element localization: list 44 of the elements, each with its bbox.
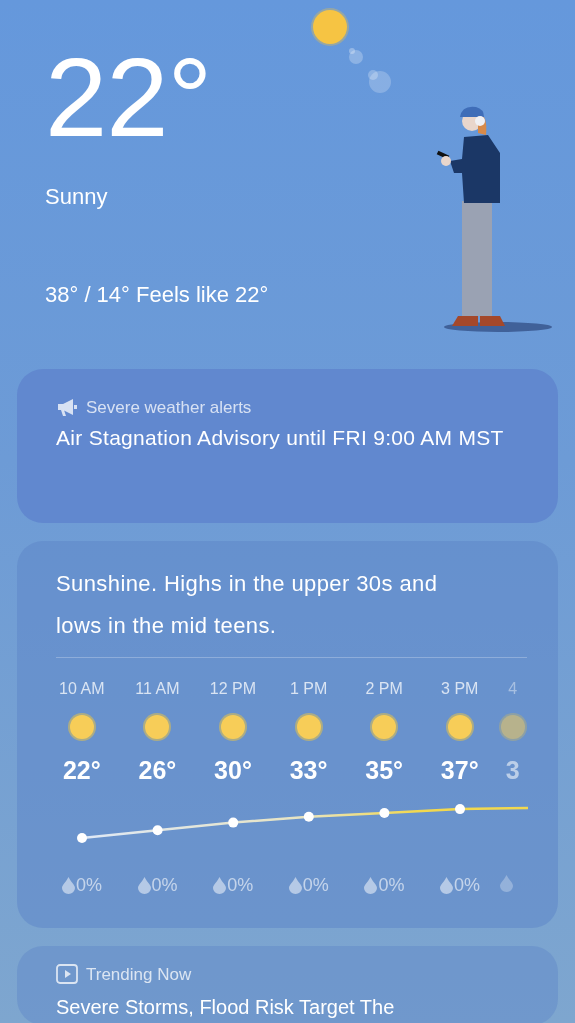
weather-condition: Sunny (45, 184, 108, 210)
news-headline[interactable]: Severe Storms, Flood Risk Target The (56, 996, 519, 1018)
precipitation-chance: 0% (378, 875, 405, 896)
precipitation-chance: 0% (76, 875, 102, 896)
raindrop-icon (137, 877, 151, 894)
temperature-range: 38° / 14° Feels like 22° (45, 282, 269, 308)
current-temperature: 22° (45, 42, 212, 154)
section-header: Trending Now (86, 965, 192, 983)
hour-temperature: 22° (62, 756, 101, 786)
sun-icon (497, 712, 528, 742)
alert-header: Severe weather alerts (86, 398, 252, 416)
sun-icon (444, 712, 475, 742)
megaphone-icon (56, 397, 78, 417)
sun-icon (142, 712, 173, 742)
hour-temperature: 3 (505, 756, 520, 786)
raindrop-icon (364, 877, 378, 894)
sun-icon (218, 712, 248, 742)
precipitation-chance: 0% (227, 875, 254, 896)
raindrop-icon (288, 877, 302, 894)
hour-temperature: 33° (289, 756, 328, 786)
hour-temperature: 26° (138, 756, 177, 786)
raindrop-icon (440, 877, 453, 894)
hour-temperature: 30° (214, 756, 252, 786)
hour-label: 11 AM (135, 680, 180, 699)
sun-icon (66, 712, 97, 742)
hour-label: 10 AM (59, 680, 105, 699)
raindrop-icon (499, 875, 513, 892)
raindrop-icon (213, 877, 227, 894)
hour-label: 1 PM (289, 680, 328, 699)
precipitation-chance: 0% (454, 875, 480, 896)
hour-label: 12 PM (209, 680, 257, 699)
alert-text: Air Stagnation Advisory until FRI 9:00 AM MST (56, 425, 505, 451)
hour-temperature: 35° (365, 756, 404, 786)
precipitation-chance: 0% (302, 875, 329, 896)
sun-icon (369, 712, 400, 742)
raindrop-icon (62, 877, 75, 894)
sun-icon (293, 712, 324, 742)
precipitation-chance: 0% (151, 875, 178, 896)
hour-label: 2 PM (365, 680, 403, 699)
hour-temperature: 37° (440, 756, 479, 786)
forecast-summary: Sunshine. Highs in the upper 30s and lows in the mid teens. (55, 570, 439, 640)
hour-label: 3 PM (441, 680, 479, 699)
play-icon (56, 964, 78, 984)
hour-label: 4 (508, 680, 518, 699)
